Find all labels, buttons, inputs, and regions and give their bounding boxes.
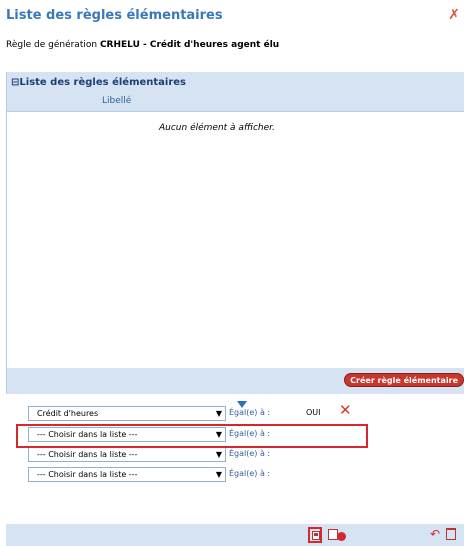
criterion-select[interactable]: --- Choisir dans la liste --- ▼ xyxy=(28,447,226,462)
save-new-icon[interactable] xyxy=(328,527,348,543)
window-title: Liste des règles élémentaires xyxy=(6,8,223,23)
chevron-down-icon: ▼ xyxy=(215,450,222,459)
operator-label: Égal(e) à : xyxy=(229,408,271,417)
value-label: OUI xyxy=(306,408,321,417)
chevron-down-icon: ▼ xyxy=(215,470,222,479)
criterion-select[interactable]: --- Choisir dans la liste --- ▼ xyxy=(28,467,226,482)
save-icon[interactable] xyxy=(308,527,322,543)
subtitle-prefix: Règle de génération xyxy=(6,40,98,50)
undo-icon[interactable]: ↶ xyxy=(430,528,440,540)
subtitle-code: CRHELU - Crédit d'heures agent élu xyxy=(99,40,280,50)
column-header-libelle[interactable]: Libellé xyxy=(102,96,131,106)
panel-header: ⊟Liste des règles élémentaires Libellé xyxy=(7,72,464,112)
highlight-box xyxy=(16,424,368,448)
bottom-toolbar: ↶ xyxy=(6,524,464,546)
chevron-down-icon: ▼ xyxy=(215,409,222,418)
trash-icon[interactable] xyxy=(446,528,456,540)
operator-label: Égal(e) à : xyxy=(229,449,271,458)
title-bar: Liste des règles élémentaires ✗ xyxy=(0,0,464,34)
criterion-select[interactable]: Crédit d'heures ▼ xyxy=(28,406,226,421)
rules-list-panel: ⊟Liste des règles élémentaires Libellé A… xyxy=(6,72,464,394)
empty-message: Aucun élément à afficher. xyxy=(159,123,275,133)
delete-x-icon[interactable]: ✕ xyxy=(339,403,352,418)
create-rule-button[interactable]: Créer règle élémentaire xyxy=(344,373,464,387)
panel-title[interactable]: ⊟Liste des règles élémentaires xyxy=(11,77,186,88)
arrow-down-icon[interactable] xyxy=(237,401,247,408)
subtitle: Règle de génération CRHELU - Crédit d'he… xyxy=(6,40,279,50)
operator-label: Égal(e) à : xyxy=(229,469,271,478)
close-icon[interactable]: ✗ xyxy=(448,8,460,22)
panel-footer: Créer règle élémentaire xyxy=(6,368,464,394)
